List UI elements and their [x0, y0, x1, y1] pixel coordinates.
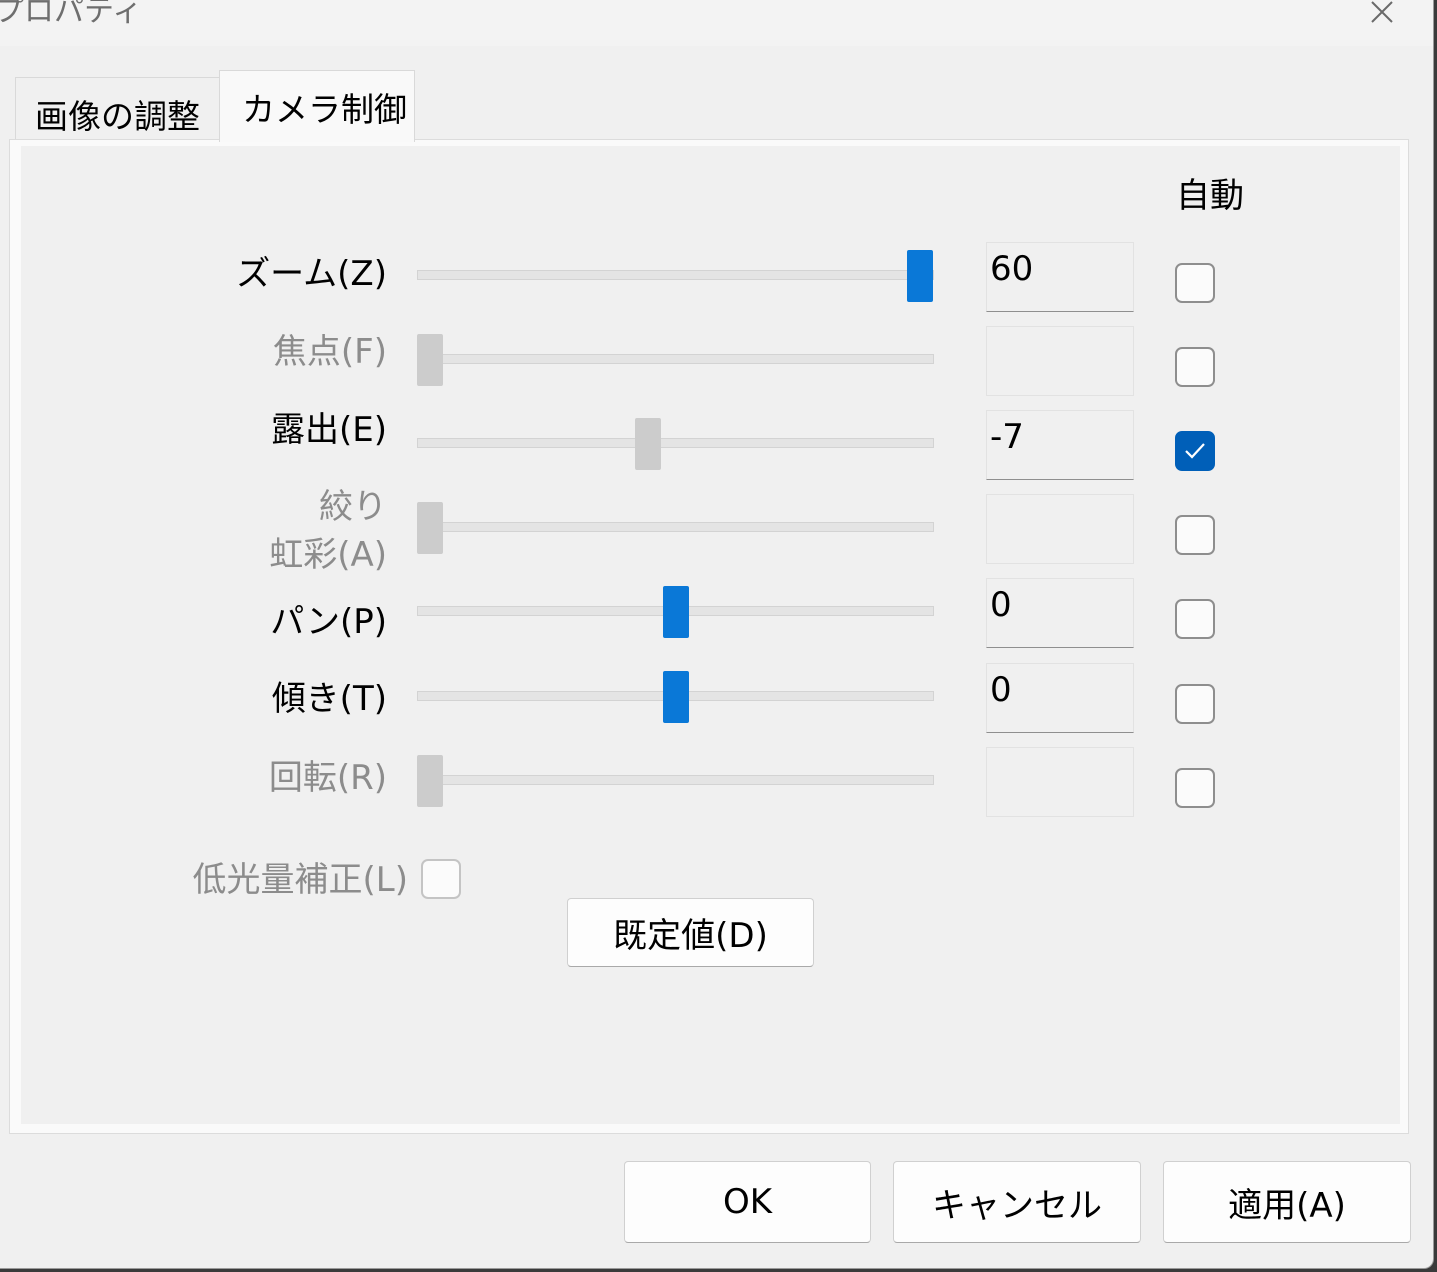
iris-label-line1: 絞り [319, 487, 387, 527]
title-bar: プロパティ [0, 0, 1433, 46]
iris-slider-thumb [417, 502, 443, 554]
focus-slider-track [417, 354, 934, 364]
close-icon [1371, 1, 1393, 23]
zoom-label: ズーム(Z) [236, 254, 387, 294]
roll-slider-thumb [417, 755, 443, 807]
pan-slider-thumb[interactable] [663, 586, 689, 638]
tab-image-adjustment[interactable]: 画像の調整 [15, 77, 220, 140]
tab-camera-control[interactable]: カメラ制御 [219, 70, 415, 142]
tilt-value-field[interactable]: 0 [986, 663, 1134, 733]
properties-dialog: プロパティ 画像の調整 カメラ制御 自動 ズーム(Z) 60 焦点(F) 露出(… [0, 0, 1434, 1269]
exposure-label: 露出(E) [270, 410, 387, 450]
cancel-button[interactable]: キャンセル [893, 1161, 1141, 1243]
exposure-slider-track[interactable] [417, 438, 934, 448]
tilt-label: 傾き(T) [271, 679, 387, 719]
iris-value-field [986, 494, 1134, 564]
default-button[interactable]: 既定値(D) [567, 898, 814, 967]
exposure-value-field[interactable]: -7 [986, 410, 1134, 480]
iris-auto-checkbox[interactable] [1175, 515, 1215, 555]
iris-label-line2: 虹彩(A) [269, 535, 387, 575]
zoom-slider-thumb[interactable] [907, 250, 933, 302]
iris-slider-track [417, 522, 934, 532]
apply-button[interactable]: 適用(A) [1163, 1161, 1411, 1243]
pan-label: パン(P) [270, 602, 387, 642]
pan-auto-checkbox[interactable] [1175, 599, 1215, 639]
zoom-value-field[interactable]: 60 [986, 242, 1134, 312]
low-light-label: 低光量補正(L) [192, 860, 408, 900]
auto-column-header: 自動 [1176, 176, 1244, 216]
exposure-auto-checkbox[interactable] [1175, 431, 1215, 471]
roll-slider-track [417, 775, 934, 785]
zoom-auto-checkbox[interactable] [1175, 263, 1215, 303]
tilt-auto-checkbox[interactable] [1175, 684, 1215, 724]
low-light-checkbox [421, 859, 461, 899]
ok-button[interactable]: OK [624, 1161, 871, 1243]
zoom-slider-track[interactable] [417, 270, 934, 280]
focus-value-field [986, 326, 1134, 396]
window-title: プロパティ [0, 0, 143, 29]
pan-value-field[interactable]: 0 [986, 578, 1134, 648]
focus-slider-thumb [417, 334, 443, 386]
roll-value-field [986, 747, 1134, 817]
roll-auto-checkbox[interactable] [1175, 768, 1215, 808]
tab-strip: 画像の調整 カメラ制御 [15, 70, 435, 142]
checkmark-icon [1185, 443, 1205, 459]
close-button[interactable] [1350, 0, 1414, 30]
focus-label: 焦点(F) [272, 332, 387, 372]
exposure-slider-thumb[interactable] [635, 418, 661, 470]
tilt-slider-thumb[interactable] [663, 671, 689, 723]
focus-auto-checkbox[interactable] [1175, 347, 1215, 387]
roll-label: 回転(R) [268, 758, 387, 798]
